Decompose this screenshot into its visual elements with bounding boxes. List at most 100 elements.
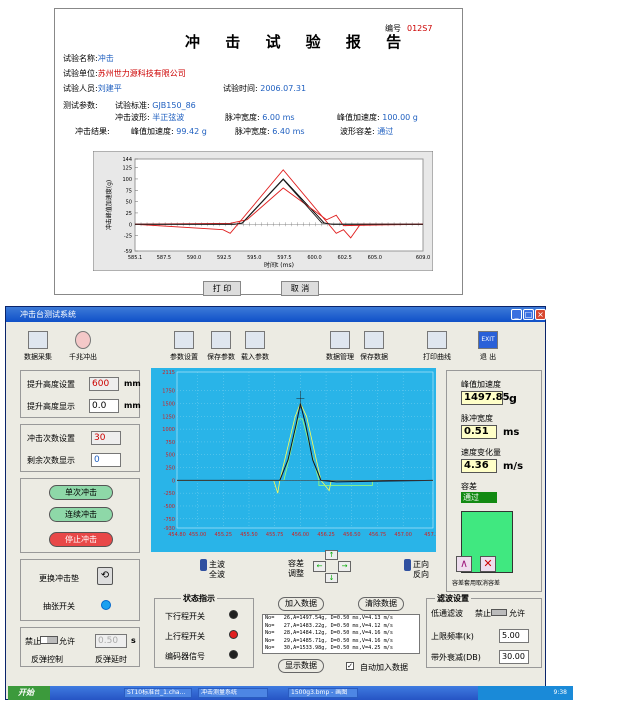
task-item-1[interactable]: ST10标准台_1.cha... (124, 688, 192, 698)
toolbar-label: 数据采集 (24, 353, 52, 361)
report-xtick: 587.5 (157, 255, 171, 261)
rebound-delay-input[interactable]: 0.50 (95, 634, 127, 648)
down-arrow-icon[interactable]: ↓ (325, 573, 338, 583)
test-waveform: 冲击波形: 半正弦波 (115, 113, 185, 122)
cutoff-input[interactable]: 5.00 (499, 629, 529, 643)
data-row[interactable]: No= 30,A=1533.98g, D=0.50 ms,V=4.25 m/s (265, 645, 419, 653)
clear-data-button[interactable]: 清除数据 (358, 597, 404, 611)
data-row[interactable]: No= 29,A=1485.71g, D=0.50 ms,V=4.16 m/s (265, 638, 419, 646)
save-data-icon (364, 331, 384, 349)
tolerance-status: 通过 (461, 492, 497, 503)
test-pulse-width: 脉冲宽度: 6.00 ms (225, 113, 295, 122)
plot-xtick: 454.80 (168, 532, 186, 538)
load-params-icon (245, 331, 265, 349)
test-time: 试验时间: 2006.07.31 (223, 84, 307, 93)
data-row[interactable]: No= 27,A=1483.22g, D=0.50 ms,V=4.12 m/s (265, 623, 419, 631)
exit-icon: EXIT (478, 331, 498, 349)
test-unit: 试验单位:苏州世力源科技有限公司 (63, 69, 186, 78)
task-item-2[interactable]: 冲击测量系统 (198, 688, 268, 698)
data-row[interactable]: No= 28,A=1484.12g, D=0.50 ms,V=4.16 m/s (265, 630, 419, 638)
data-list[interactable]: No= 26,A=1497.54g, D=0.50 ms,V=4.13 m/s N… (262, 614, 420, 654)
brake-indicator[interactable] (101, 600, 111, 610)
cancel-button[interactable]: 取 消 (281, 281, 319, 296)
plot-ytick: 250 (165, 466, 175, 472)
plot-ytick: -750 (164, 517, 175, 523)
change-pad-label: 更换冲击垫 (39, 574, 79, 583)
peak-value: 1497.85 (461, 391, 510, 405)
plot-ytick: -500 (164, 504, 175, 510)
settings-button[interactable]: 参数设置 (167, 331, 201, 362)
plot-ytick: 2115 (162, 370, 175, 376)
close-icon[interactable]: × (535, 309, 546, 320)
data-manage-button[interactable]: 数据管理 (323, 331, 357, 362)
tolerance-apply-icon[interactable]: ∧ (456, 556, 472, 572)
direction-switch[interactable] (404, 559, 411, 571)
data-manage-icon (330, 331, 350, 349)
plot-xtick: 457.29 (424, 532, 436, 538)
up-arrow-icon[interactable]: ↑ (325, 550, 338, 560)
show-data-button[interactable]: 显示数据 (278, 659, 324, 673)
exit-button[interactable]: EXIT 退 出 (471, 331, 505, 362)
data-row[interactable]: No= 26,A=1497.54g, D=0.50 ms,V=4.13 m/s (265, 615, 419, 623)
plot-xtick: 457.00 (394, 532, 412, 538)
report-chart: 冲击峰值加速度(g) 时间t (ms) 1441251007550250-25-… (93, 151, 433, 271)
plot-xtick: 455.00 (189, 532, 207, 538)
print-curve-button[interactable]: 打印曲线 (420, 331, 454, 362)
taskbar: 开始 ST10标准台_1.cha... 冲击测量系统 1500g3.bmp - … (8, 686, 573, 700)
single-impact-button[interactable]: 单次冲击 (49, 485, 113, 500)
report-chart-ylabel: 冲击峰值加速度(g) (105, 180, 113, 231)
save-params-button[interactable]: 保存参数 (204, 331, 238, 362)
wave-select-switch[interactable] (200, 559, 207, 571)
add-data-button[interactable]: 加入数据 (278, 597, 324, 611)
report-xtick: 595.0 (247, 255, 261, 261)
system-tray: 9:38 (478, 686, 573, 700)
auto-add-checkbox[interactable]: ✓ (346, 662, 354, 670)
lowpass-toggle[interactable] (491, 609, 507, 616)
save-data-button[interactable]: 保存数据 (357, 331, 391, 362)
brake-label: 抽张开关 (43, 602, 75, 611)
status-label: 编码器信号 (165, 652, 205, 661)
start-button[interactable]: 开始 (8, 686, 50, 700)
stop-button[interactable]: 千兆冲出 (66, 331, 100, 362)
plot-ytick: -250 (164, 491, 175, 497)
result-label: 冲击结果: (75, 127, 110, 136)
report-xtick: 602.5 (338, 255, 352, 261)
lift-set-input[interactable]: 600 (89, 377, 119, 391)
auto-add-label: 自动加入数据 (360, 663, 408, 672)
test-person: 试验人员:刘建平 (63, 84, 122, 93)
status-panel: 状态指示 下行程开关 上行程开关 编码器信号 (154, 593, 254, 668)
lift-display-label: 提升高度显示 (27, 402, 75, 411)
task-item-3[interactable]: 1500g3.bmp - 画图 (288, 688, 358, 698)
rebound-toggle[interactable] (40, 636, 58, 644)
load-params-button[interactable]: 载入参数 (238, 331, 272, 362)
maximize-icon[interactable]: □ (523, 309, 534, 320)
continuous-impact-button[interactable]: 连续冲击 (49, 507, 113, 522)
velocity-change-value: 4.36 (461, 459, 497, 473)
tolerance-cancel-icon[interactable]: ✕ (480, 556, 496, 572)
pad-panel: 更换冲击垫 ⟲ 抽张开关 (20, 559, 140, 621)
report-xtick: 590.0 (187, 255, 201, 261)
plot-xtick: 456.00 (292, 532, 310, 538)
attenuation-input[interactable]: 30.00 (499, 650, 529, 664)
count-set-input[interactable]: 30 (91, 431, 121, 445)
left-arrow-icon[interactable]: ← (313, 561, 326, 572)
count-set-label: 冲击次数设置 (27, 434, 75, 443)
plot-ytick: 1750 (162, 389, 175, 395)
plot-ytick: 1500 (162, 402, 175, 408)
plot-xtick: 455.50 (240, 532, 258, 538)
print-curve-icon (427, 331, 447, 349)
data-acquisition-button[interactable]: 数据采集 (21, 331, 55, 362)
result-peak: 峰值加速度: 99.42 g (131, 127, 207, 136)
waveform-plot[interactable]: 2115 1750 1500 1250 1000 750 500 250 0 -250 -500 -7… (151, 368, 436, 552)
change-pad-icon[interactable]: ⟲ (97, 567, 113, 585)
stop-impact-button[interactable]: 停止冲击 (49, 532, 113, 547)
params-label: 测试参数: (63, 101, 98, 110)
minimize-icon[interactable]: _ (511, 309, 522, 320)
print-button[interactable]: 打 印 (203, 281, 241, 296)
report-xtick: 592.5 (217, 255, 231, 261)
data-acquisition-icon (28, 331, 48, 349)
right-arrow-icon[interactable]: → (338, 561, 351, 572)
report-ytick: 25 (126, 211, 132, 217)
tolerance-arrows[interactable]: ↑ ← → ↓ (312, 550, 352, 584)
toolbar-label: 保存参数 (207, 353, 235, 361)
